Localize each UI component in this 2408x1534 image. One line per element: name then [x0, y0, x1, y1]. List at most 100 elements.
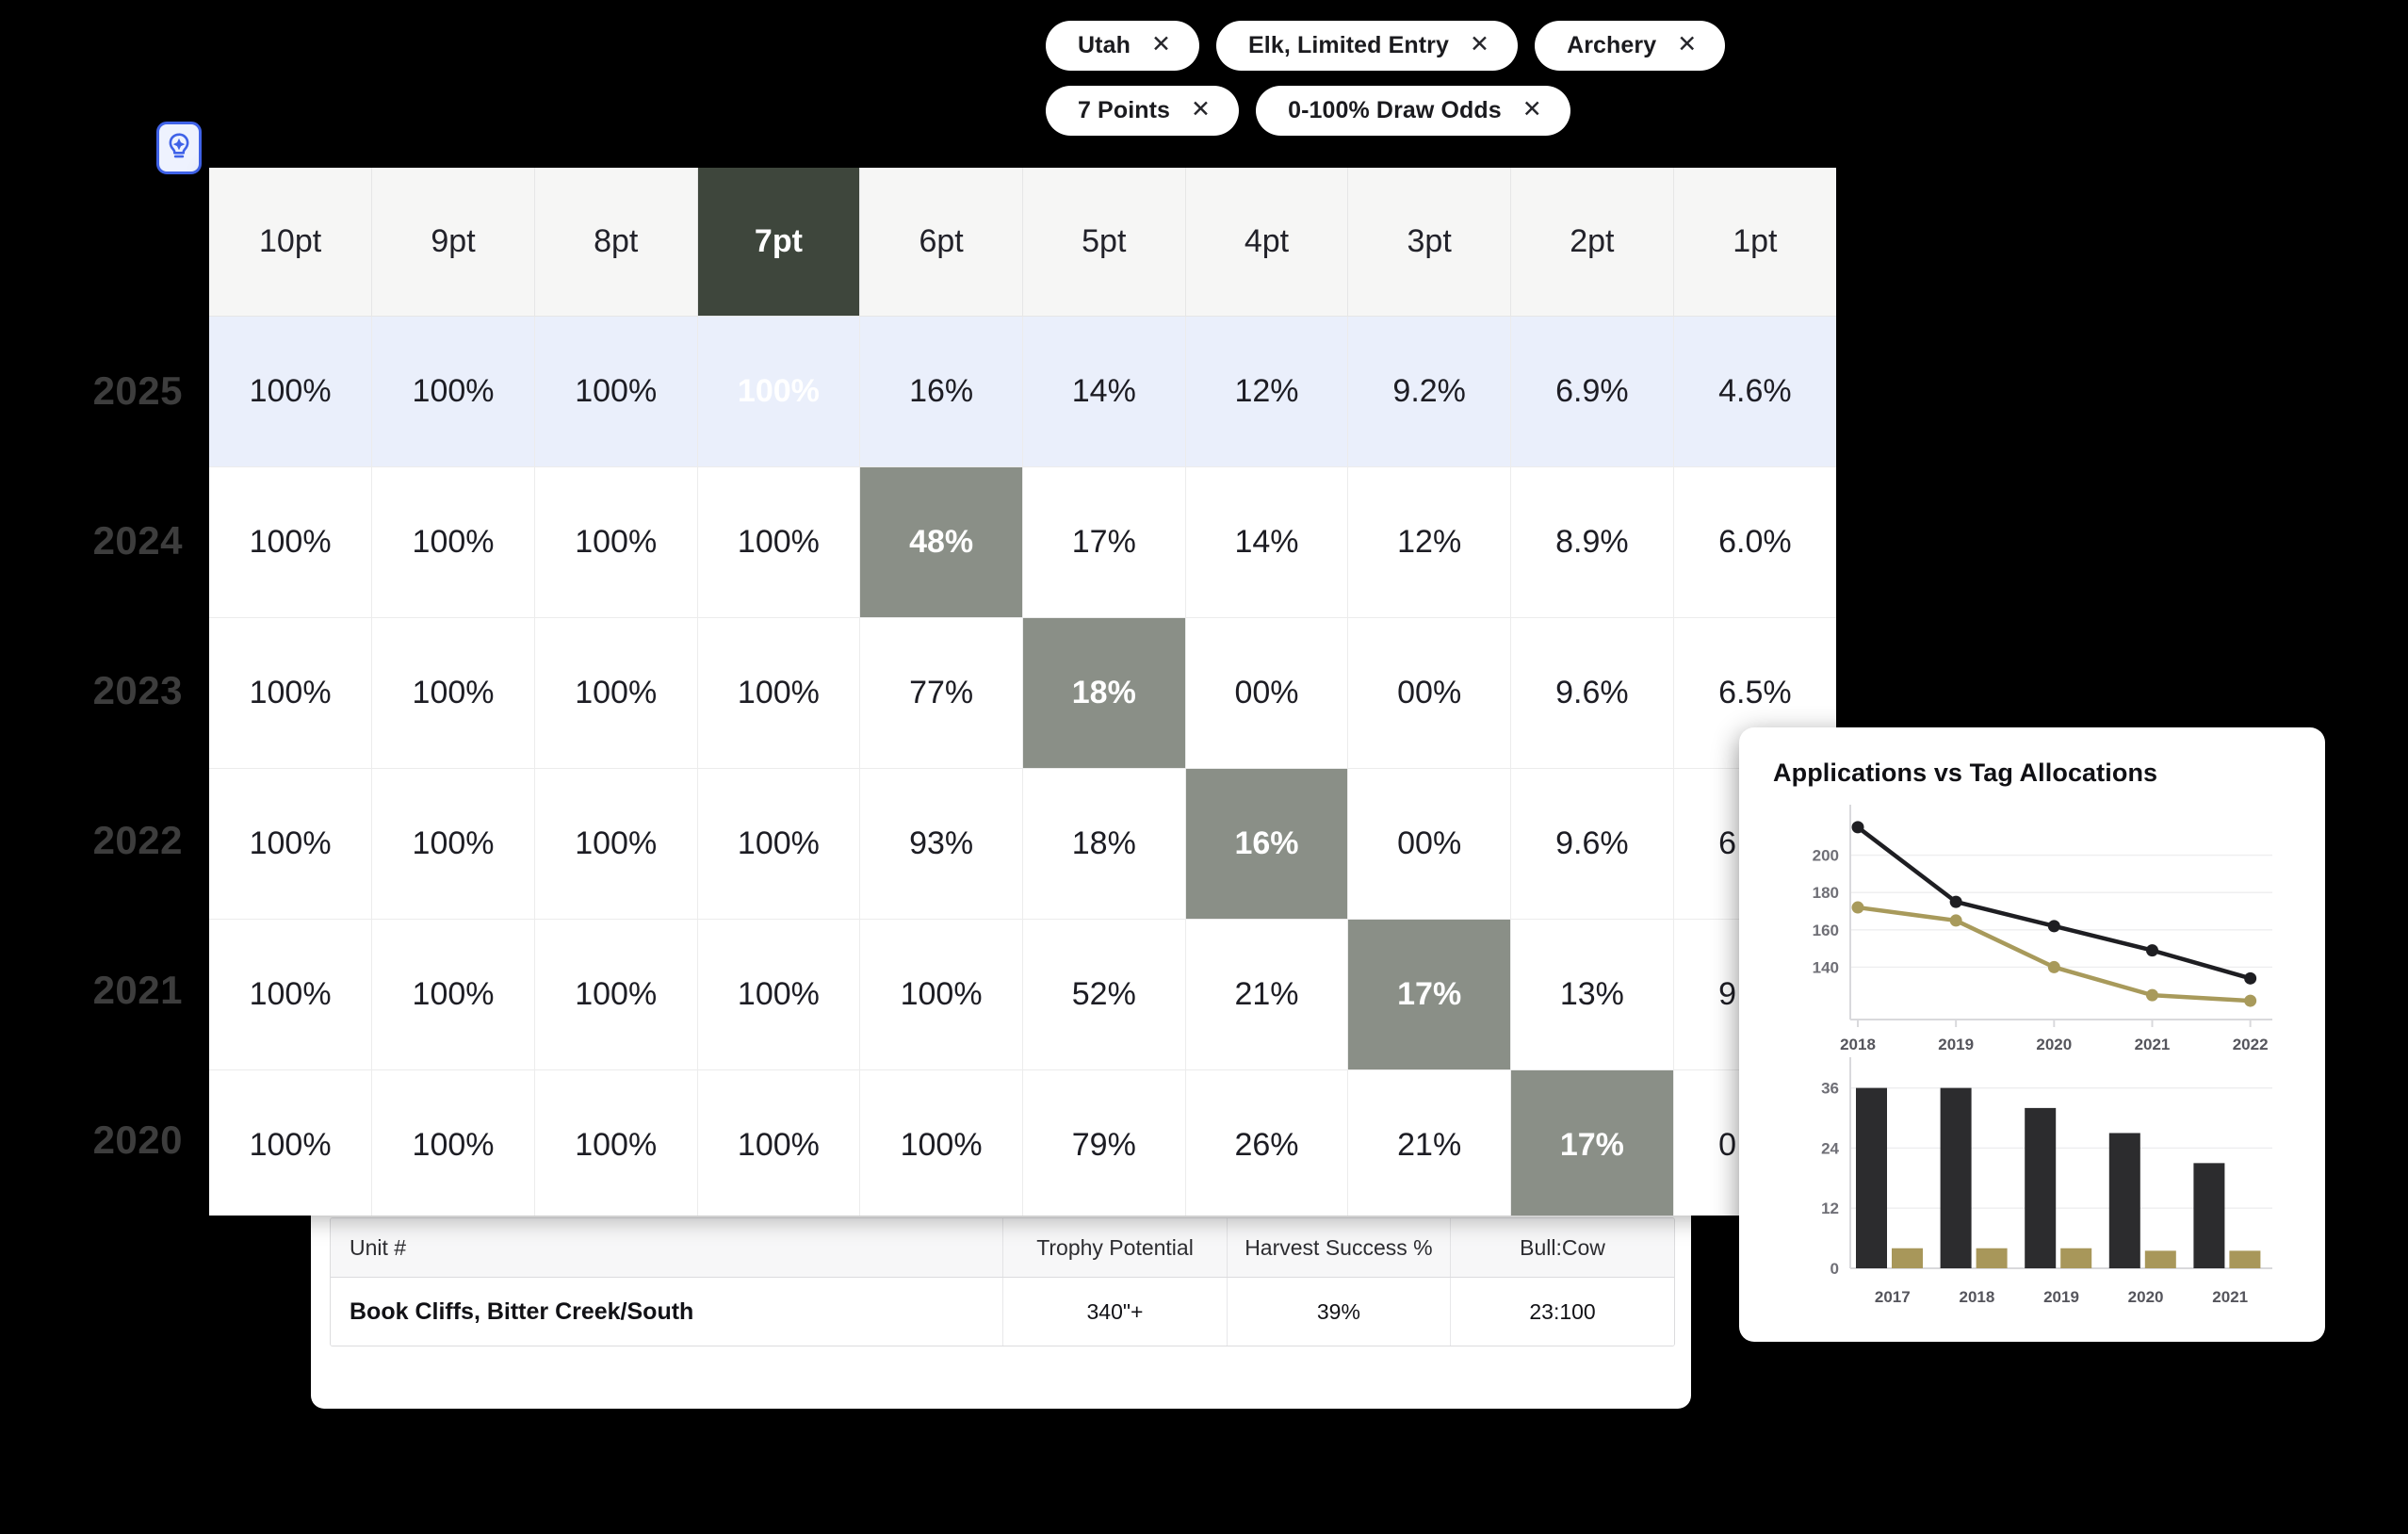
- matrix-cell[interactable]: 100%: [697, 919, 861, 1070]
- matrix-cell[interactable]: 9.2%: [1347, 316, 1511, 467]
- matrix-cell[interactable]: 100%: [697, 768, 861, 920]
- filter-pill-odds[interactable]: 0-100% Draw Odds ✕: [1256, 86, 1570, 136]
- matrix-cell[interactable]: 100%: [859, 919, 1023, 1070]
- unit-table: Unit # Trophy Potential Harvest Success % B…: [330, 1217, 1675, 1346]
- matrix-cell[interactable]: 21%: [1185, 919, 1349, 1070]
- year-label: 2025: [92, 367, 183, 413]
- matrix-cell[interactable]: 9.6%: [1510, 617, 1674, 769]
- lightbulb-sparkle-icon: [169, 133, 189, 158]
- matrix-column-header[interactable]: 7pt: [697, 168, 861, 317]
- matrix-cell[interactable]: 100%: [371, 1069, 535, 1216]
- matrix-column-header[interactable]: 5pt: [1022, 168, 1186, 317]
- matrix-column-header[interactable]: 4pt: [1185, 168, 1349, 317]
- matrix-cell[interactable]: 17%: [1022, 466, 1186, 618]
- year-label: 2021: [92, 967, 183, 1012]
- matrix-cell[interactable]: 100%: [371, 768, 535, 920]
- filter-pill-state[interactable]: Utah ✕: [1046, 21, 1200, 71]
- line-data-point: [2047, 920, 2060, 933]
- matrix-cell[interactable]: 77%: [859, 617, 1023, 769]
- line-data-point: [1949, 914, 1962, 927]
- matrix-cell[interactable]: 100%: [371, 316, 535, 467]
- matrix-cell[interactable]: 9.6%: [1510, 768, 1674, 920]
- line-chart-xtick: 2021: [2135, 1036, 2171, 1053]
- matrix-cell[interactable]: 93%: [859, 768, 1023, 920]
- matrix-cell[interactable]: 100%: [534, 768, 698, 920]
- filter-pill-row-2: 7 Points ✕ 0-100% Draw Odds ✕: [1046, 86, 2289, 136]
- matrix-cell[interactable]: 100%: [209, 466, 373, 618]
- bar: [2229, 1250, 2261, 1268]
- year-label: 2020: [92, 1117, 183, 1162]
- unit-name-cell: Book Cliffs, Bitter Creek/South: [331, 1277, 1004, 1346]
- line-chart-ytick: 140: [1813, 958, 1839, 976]
- line-data-point: [2244, 971, 2257, 985]
- matrix-cell[interactable]: 100%: [534, 466, 698, 618]
- matrix-cell[interactable]: 79%: [1022, 1069, 1186, 1216]
- matrix-cell[interactable]: 21%: [1347, 1069, 1511, 1216]
- matrix-cell[interactable]: 100%: [209, 617, 373, 769]
- close-icon[interactable]: ✕: [1677, 33, 1697, 57]
- matrix-cell[interactable]: 12%: [1347, 466, 1511, 618]
- chart-card: Applications vs Tag Allocations 140 160 18…: [1739, 727, 2325, 1342]
- matrix-cell[interactable]: 100%: [371, 919, 535, 1070]
- bar-chart-xtick: 2018: [1959, 1288, 1994, 1306]
- matrix-cell[interactable]: 100%: [209, 1069, 373, 1216]
- matrix-cell[interactable]: 16%: [1185, 768, 1349, 920]
- matrix-cell[interactable]: 6.9%: [1510, 316, 1674, 467]
- matrix-cell[interactable]: 100%: [697, 466, 861, 618]
- matrix-cell[interactable]: 00%: [1347, 617, 1511, 769]
- matrix-cell[interactable]: 100%: [534, 919, 698, 1070]
- matrix-cell[interactable]: 100%: [534, 1069, 698, 1216]
- matrix-cell[interactable]: 8.9%: [1510, 466, 1674, 618]
- matrix-cell[interactable]: 13%: [1510, 919, 1674, 1070]
- matrix-cell[interactable]: 26%: [1185, 1069, 1349, 1216]
- matrix-column-header[interactable]: 1pt: [1673, 168, 1836, 317]
- close-icon[interactable]: ✕: [1191, 98, 1211, 122]
- matrix-cell[interactable]: 100%: [697, 316, 861, 467]
- matrix-cell[interactable]: 17%: [1347, 919, 1511, 1070]
- matrix-cell[interactable]: 100%: [209, 919, 373, 1070]
- matrix-cell[interactable]: 100%: [697, 1069, 861, 1216]
- matrix-cell[interactable]: 00%: [1347, 768, 1511, 920]
- ai-insights-button[interactable]: [156, 122, 202, 174]
- matrix-cell[interactable]: 16%: [859, 316, 1023, 467]
- matrix-column-header[interactable]: 8pt: [534, 168, 698, 317]
- matrix-row: 100%100%100%100%100%79%26%21%17%0.0%: [209, 1069, 1836, 1216]
- matrix-cell[interactable]: 4.6%: [1673, 316, 1836, 467]
- matrix-cell[interactable]: 100%: [209, 316, 373, 467]
- unit-table-column-header: Harvest Success %: [1227, 1218, 1452, 1278]
- matrix-cell[interactable]: 18%: [1022, 617, 1186, 769]
- matrix-column-header[interactable]: 9pt: [371, 168, 535, 317]
- filter-pill-points[interactable]: 7 Points ✕: [1046, 86, 1240, 136]
- close-icon[interactable]: ✕: [1151, 33, 1171, 57]
- matrix-cell[interactable]: 100%: [534, 617, 698, 769]
- close-icon[interactable]: ✕: [1522, 98, 1542, 122]
- matrix-cell[interactable]: 00%: [1185, 617, 1349, 769]
- matrix-cell[interactable]: 17%: [1510, 1069, 1674, 1216]
- matrix-cell[interactable]: 100%: [859, 1069, 1023, 1216]
- matrix-column-header[interactable]: 2pt: [1510, 168, 1674, 317]
- matrix-cell[interactable]: 100%: [534, 316, 698, 467]
- matrix-cell[interactable]: 18%: [1022, 768, 1186, 920]
- year-label: 2023: [92, 667, 183, 712]
- matrix-cell[interactable]: 14%: [1022, 316, 1186, 467]
- matrix-cell[interactable]: 100%: [371, 617, 535, 769]
- matrix-column-header[interactable]: 3pt: [1347, 168, 1511, 317]
- matrix-cell[interactable]: 100%: [209, 768, 373, 920]
- filter-pill-label: Utah: [1078, 32, 1131, 58]
- matrix-cell[interactable]: 6.0%: [1673, 466, 1836, 618]
- unit-table-row[interactable]: Book Cliffs, Bitter Creek/South 340"+ 39% 2…: [331, 1277, 1674, 1346]
- matrix-cell[interactable]: 12%: [1185, 316, 1349, 467]
- matrix-cell[interactable]: 52%: [1022, 919, 1186, 1070]
- close-icon[interactable]: ✕: [1470, 33, 1489, 57]
- matrix-cell[interactable]: 100%: [371, 466, 535, 618]
- filter-pill-weapon[interactable]: Archery ✕: [1535, 21, 1726, 71]
- matrix-cell[interactable]: 48%: [859, 466, 1023, 618]
- matrix-cell[interactable]: 100%: [697, 617, 861, 769]
- matrix-cell[interactable]: 14%: [1185, 466, 1349, 618]
- line-chart-xtick: 2020: [2036, 1036, 2072, 1053]
- matrix-column-header[interactable]: 10pt: [209, 168, 373, 317]
- filter-pill-species[interactable]: Elk, Limited Entry ✕: [1216, 21, 1519, 71]
- bull-cow-cell: 23:100: [1450, 1277, 1674, 1346]
- harvest-success-cell: 39%: [1227, 1277, 1452, 1346]
- matrix-column-header[interactable]: 6pt: [859, 168, 1023, 317]
